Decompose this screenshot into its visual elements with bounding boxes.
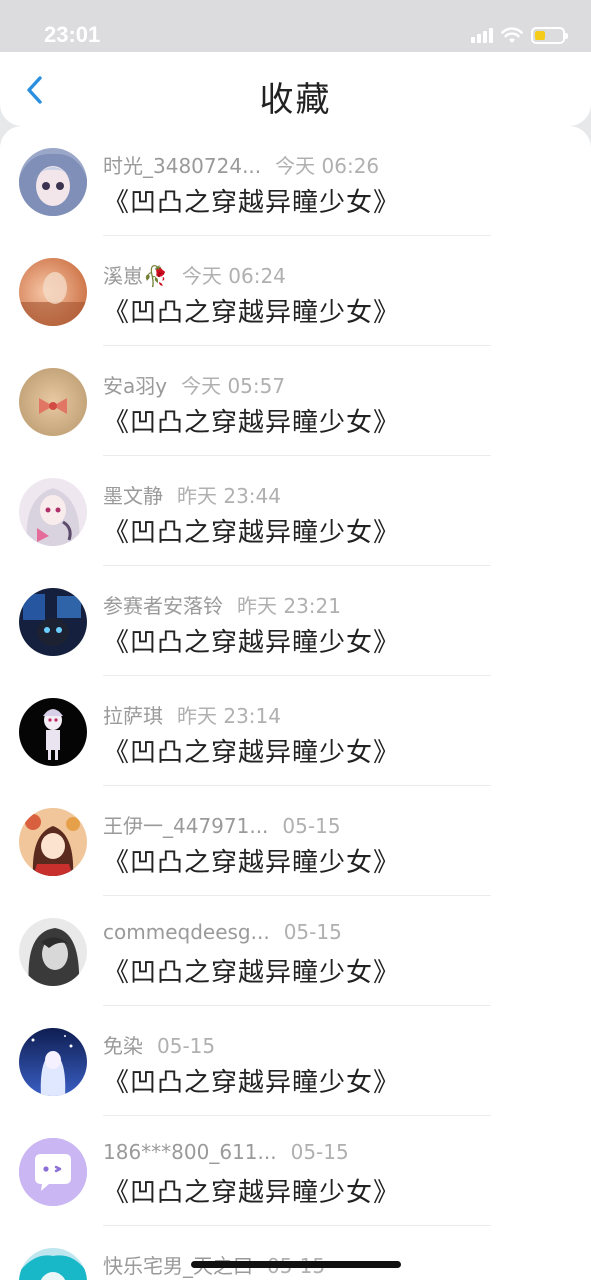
item-title: 《凹凸之穿越异瞳少女》 <box>103 1068 401 1098</box>
item-user: commeqdeesg... <box>103 920 270 944</box>
avatar[interactable] <box>19 698 87 766</box>
item-title: 《凹凸之穿越异瞳少女》 <box>103 518 401 548</box>
item-user: 拉萨琪 <box>103 704 163 728</box>
item-time: 昨天 23:14 <box>177 704 281 728</box>
item-meta: 时光_3480724... 今天 06:26 <box>103 150 379 179</box>
item-user: 安a羽y <box>103 374 168 398</box>
battery-level <box>535 30 545 40</box>
item-meta: 安a羽y 今天 05:57 <box>103 370 285 399</box>
status-bar: 23:01 <box>0 0 591 52</box>
page-title: 收藏 <box>259 80 332 120</box>
item-time: 05-15 <box>283 920 342 944</box>
list-item[interactable]: 安a羽y 今天 05:57 《凹凸之穿越异瞳少女》 <box>0 346 591 456</box>
item-meta: 免染 05-15 <box>103 1030 215 1059</box>
item-user: 时光_3480724... <box>103 154 262 178</box>
list-item[interactable]: 墨文静 昨天 23:44 《凹凸之穿越异瞳少女》 <box>0 456 591 566</box>
avatar[interactable] <box>19 1028 87 1096</box>
item-meta: 参赛者安落铃 昨天 23:21 <box>103 590 341 619</box>
item-meta: 溪崽🥀 今天 06:24 <box>103 260 286 289</box>
home-indicator[interactable] <box>191 1261 401 1268</box>
avatar[interactable] <box>19 1248 87 1280</box>
item-time: 昨天 23:21 <box>237 594 341 618</box>
item-meta: 186***800_611... 05-15 <box>103 1140 349 1164</box>
wifi-icon <box>501 26 523 43</box>
avatar[interactable] <box>19 918 87 986</box>
item-time: 05-15 <box>282 814 341 838</box>
avatar[interactable] <box>19 258 87 326</box>
item-title: 《凹凸之穿越异瞳少女》 <box>103 848 401 878</box>
item-user: 溪崽🥀 <box>103 264 168 288</box>
status-time: 23:01 <box>44 22 101 47</box>
item-meta: 拉萨琪 昨天 23:14 <box>103 700 281 729</box>
chat-bubble-icon <box>19 1138 87 1206</box>
item-title: 《凹凸之穿越异瞳少女》 <box>103 628 401 658</box>
item-user: 王伊一_447971... <box>103 814 269 838</box>
list-item[interactable]: 溪崽🥀 今天 06:24 《凹凸之穿越异瞳少女》 <box>0 236 591 346</box>
item-title: 《凹凸之穿越异瞳少女》 <box>103 958 401 988</box>
item-user: 免染 <box>103 1034 143 1058</box>
item-time: 今天 06:26 <box>275 154 380 178</box>
list-item[interactable]: 免染 05-15 《凹凸之穿越异瞳少女》 <box>0 1006 591 1116</box>
item-user: 墨文静 <box>103 484 163 508</box>
avatar[interactable] <box>19 148 87 216</box>
item-user: 参赛者安落铃 <box>103 594 223 618</box>
item-meta: commeqdeesg... 05-15 <box>103 920 342 944</box>
favorites-list: 时光_3480724... 今天 06:26 《凹凸之穿越异瞳少女》 溪崽🥀 今天 … <box>0 126 591 1280</box>
item-time: 05-15 <box>157 1034 216 1058</box>
list-item[interactable]: commeqdeesg... 05-15 《凹凸之穿越异瞳少女》 <box>0 896 591 1006</box>
battery-icon <box>531 26 568 44</box>
item-meta: 墨文静 昨天 23:44 <box>103 480 281 509</box>
item-title: 《凹凸之穿越异瞳少女》 <box>103 1178 401 1208</box>
item-meta: 王伊一_447971... 05-15 <box>103 810 341 839</box>
signal-icon <box>471 27 493 43</box>
item-title: 《凹凸之穿越异瞳少女》 <box>103 298 401 328</box>
avatar[interactable] <box>19 1138 87 1206</box>
list-item[interactable]: 186***800_611... 05-15 《凹凸之穿越异瞳少女》 <box>0 1116 591 1226</box>
item-title: 《凹凸之穿越异瞳少女》 <box>103 738 401 768</box>
avatar[interactable] <box>19 478 87 546</box>
item-time: 昨天 23:44 <box>177 484 281 508</box>
item-time: 今天 06:24 <box>181 264 286 288</box>
header: 收藏 <box>0 52 591 126</box>
avatar[interactable] <box>19 368 87 436</box>
item-title: 《凹凸之穿越异瞳少女》 <box>103 188 401 218</box>
list-item[interactable]: 快乐宅男_天之曰05-15 <box>0 1226 591 1280</box>
avatar[interactable] <box>19 588 87 656</box>
list-item[interactable]: 参赛者安落铃 昨天 23:21 《凹凸之穿越异瞳少女》 <box>0 566 591 676</box>
avatar[interactable] <box>19 808 87 876</box>
list-item[interactable]: 拉萨琪 昨天 23:14 《凹凸之穿越异瞳少女》 <box>0 676 591 786</box>
item-title: 《凹凸之穿越异瞳少女》 <box>103 408 401 438</box>
item-user: 186***800_611... <box>103 1140 277 1164</box>
list-item[interactable]: 时光_3480724... 今天 06:26 《凹凸之穿越异瞳少女》 <box>0 126 591 236</box>
item-time: 05-15 <box>290 1140 349 1164</box>
item-time: 今天 05:57 <box>181 374 286 398</box>
status-icons <box>471 24 568 46</box>
list-item[interactable]: 王伊一_447971... 05-15 《凹凸之穿越异瞳少女》 <box>0 786 591 896</box>
